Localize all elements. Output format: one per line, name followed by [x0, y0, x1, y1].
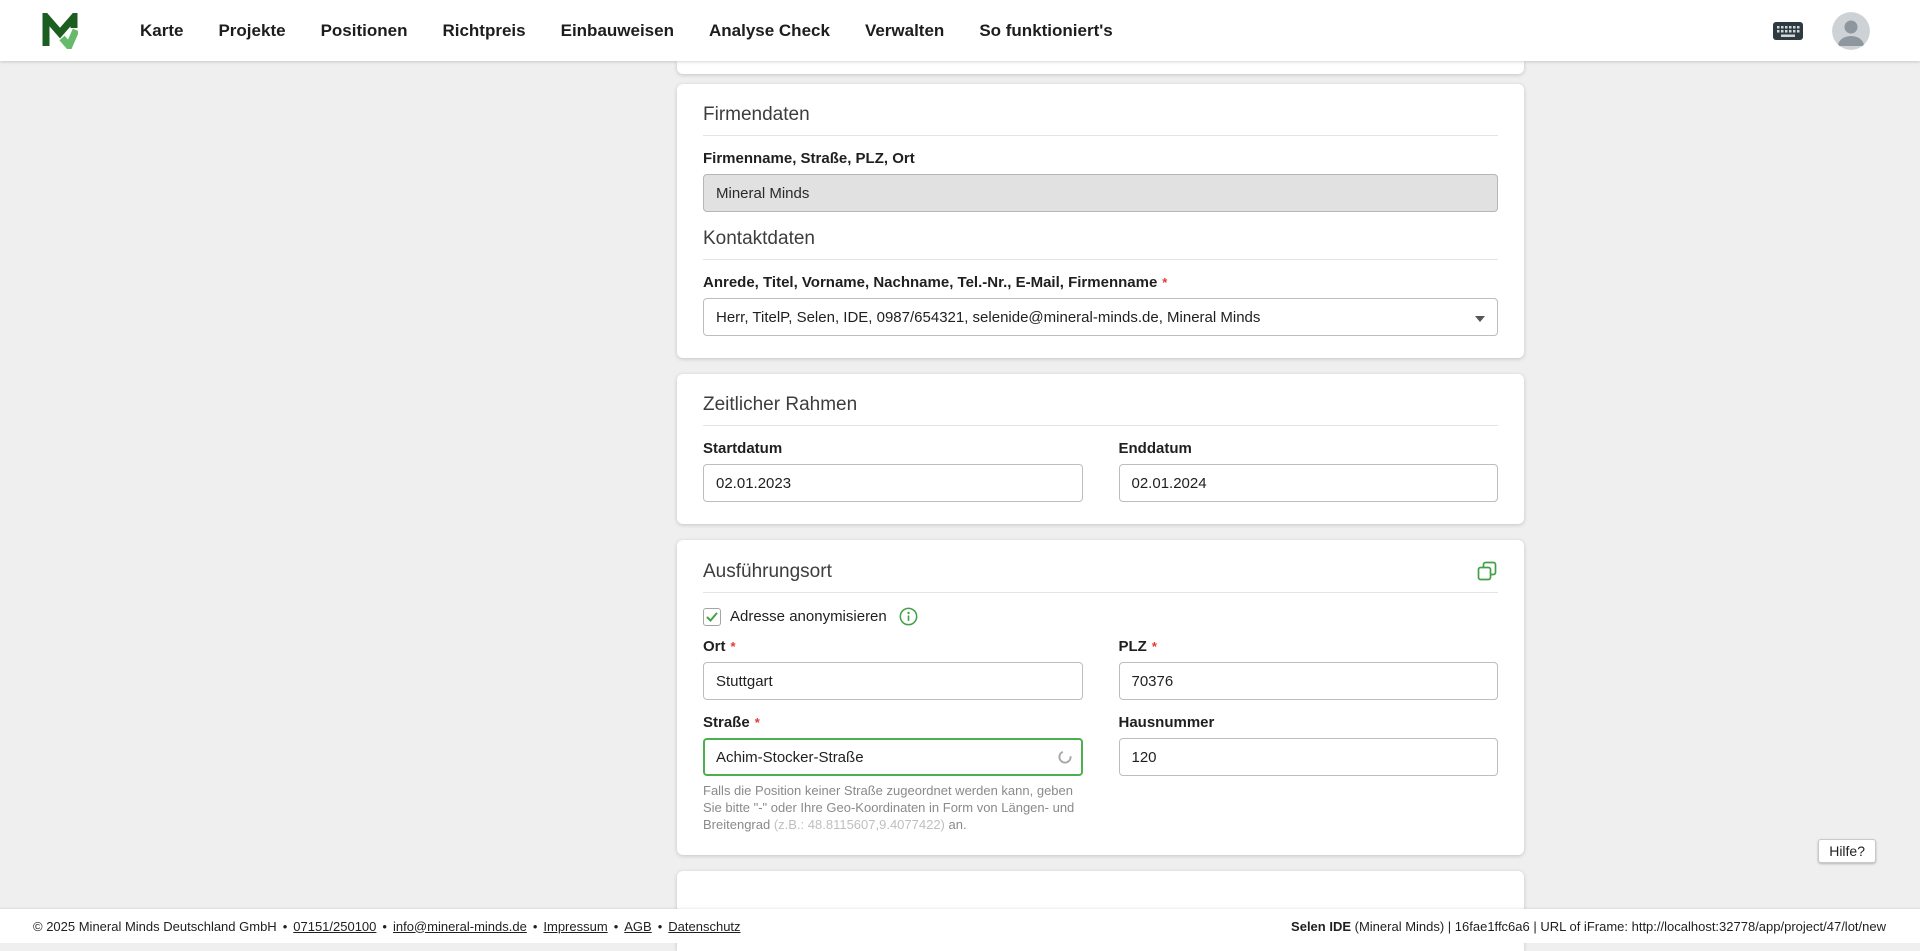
anonymize-checkbox[interactable]	[703, 607, 721, 626]
startdatum-label-text: Startdatum	[703, 440, 783, 457]
kontakt-label-text: Anrede, Titel, Vorname, Nachname, Tel.-N…	[703, 274, 1158, 291]
footer-left: © 2025 Mineral Minds Deutschland GmbH • …	[33, 919, 741, 934]
firmendaten-title: Firmendaten	[703, 104, 810, 125]
strasse-label-text: Straße	[703, 714, 750, 731]
strasse-hint-suffix: an.	[944, 817, 967, 832]
top-navbar: Karte Projekte Positionen Richtpreis Ein…	[0, 0, 1920, 61]
anonymize-label: Adresse anonymisieren	[730, 608, 887, 625]
enddatum-input[interactable]	[1118, 464, 1498, 502]
required-asterisk: *	[1151, 639, 1157, 654]
hausnummer-field: Hausnummer	[1118, 714, 1499, 833]
ausfuehrungsort-card: Ausführungsort Adresse anonymisieren Ort…	[677, 540, 1524, 855]
enddatum-label: Enddatum	[1119, 440, 1499, 458]
main-nav: Karte Projekte Positionen Richtpreis Ein…	[140, 21, 1113, 41]
navbar-right	[1772, 11, 1870, 50]
required-asterisk: *	[754, 715, 760, 730]
loading-spinner-icon	[1057, 750, 1072, 764]
ort-field: Ort *	[703, 638, 1083, 700]
kontaktdaten-title: Kontaktdaten	[703, 228, 815, 249]
hausnummer-input[interactable]	[1118, 738, 1498, 776]
previous-card-fragment	[677, 61, 1524, 74]
footer-separator: •	[613, 918, 619, 934]
strasse-hint-coords: (z.B.: 48.8115607,9.4077422)	[773, 817, 945, 832]
kontakt-label: Anrede, Titel, Vorname, Nachname, Tel.-N…	[703, 274, 1498, 292]
startdatum-field: Startdatum	[703, 440, 1083, 502]
nav-item-richtpreis[interactable]: Richtpreis	[442, 21, 525, 41]
main-content: Firmendaten Firmenname, Straße, PLZ, Ort…	[677, 61, 1524, 951]
firmenname-label-text: Firmenname, Straße, PLZ, Ort	[703, 150, 915, 167]
strasse-hint: Falls die Position keiner Straße zugeord…	[703, 782, 1083, 833]
plz-label-text: PLZ	[1118, 638, 1147, 655]
plz-field: PLZ *	[1118, 638, 1499, 700]
hausnummer-label: Hausnummer	[1119, 714, 1499, 732]
copy-icon[interactable]	[1476, 560, 1498, 582]
required-asterisk: *	[730, 639, 736, 654]
strasse-input[interactable]	[703, 738, 1083, 776]
strasse-field: Straße * Falls die Position keiner Straße…	[703, 714, 1083, 833]
footer-impressum-link[interactable]: Impressum	[543, 919, 607, 934]
footer-separator: •	[657, 918, 663, 934]
footer-email-link[interactable]: info@mineral-minds.de	[393, 919, 527, 934]
footer-separator: •	[532, 918, 538, 934]
required-asterisk: *	[1162, 275, 1168, 290]
keyboard-icon[interactable]	[1772, 19, 1804, 43]
enddatum-label-text: Enddatum	[1118, 440, 1192, 457]
copyright-text: © 2025 Mineral Minds Deutschland GmbH	[33, 918, 277, 934]
ort-input[interactable]	[703, 662, 1083, 700]
footer-right: Selen IDE (Mineral Minds) | 16fae1ffc6a6…	[1291, 919, 1886, 934]
anonymize-row: Adresse anonymisieren	[703, 607, 1498, 626]
nav-item-so-funktionierts[interactable]: So funktioniert's	[979, 21, 1112, 41]
logo-icon	[42, 12, 78, 49]
ort-label: Ort *	[703, 638, 1083, 656]
plz-label: PLZ *	[1119, 638, 1499, 656]
zeitlicher-rahmen-title: Zeitlicher Rahmen	[703, 394, 858, 415]
firmenname-label: Firmenname, Straße, PLZ, Ort	[703, 150, 1498, 168]
firmendaten-card: Firmendaten Firmenname, Straße, PLZ, Ort…	[677, 84, 1524, 358]
chevron-down-icon	[1475, 309, 1485, 326]
footer-app-details: (Mineral Minds) | 16fae1ffc6a6 | URL of …	[1351, 918, 1886, 934]
page-footer: © 2025 Mineral Minds Deutschland GmbH • …	[0, 909, 1920, 943]
info-icon[interactable]	[899, 607, 918, 626]
hausnummer-label-text: Hausnummer	[1118, 714, 1215, 731]
kontakt-select-value: Herr, TitelP, Selen, IDE, 0987/654321, s…	[716, 308, 1261, 326]
nav-item-karte[interactable]: Karte	[140, 21, 183, 41]
mineral-minds-logo[interactable]	[42, 12, 78, 49]
nav-item-einbauweisen[interactable]: Einbauweisen	[561, 21, 674, 41]
checkmark-icon	[706, 612, 718, 622]
ort-label-text: Ort	[703, 638, 726, 655]
zeitlicher-rahmen-card: Zeitlicher Rahmen Startdatum Enddatum	[677, 374, 1524, 524]
footer-agb-link[interactable]: AGB	[624, 919, 651, 934]
firmenname-input	[703, 174, 1498, 212]
nav-item-verwalten[interactable]: Verwalten	[865, 21, 944, 41]
user-avatar[interactable]	[1832, 11, 1870, 50]
plz-input[interactable]	[1118, 662, 1498, 700]
strasse-label: Straße *	[703, 714, 1083, 732]
help-button[interactable]: Hilfe?	[1818, 839, 1876, 863]
footer-app-name: Selen IDE	[1291, 918, 1352, 934]
footer-separator: •	[382, 918, 387, 934]
startdatum-input[interactable]	[703, 464, 1083, 502]
footer-datenschutz-link[interactable]: Datenschutz	[668, 919, 740, 934]
footer-phone-link[interactable]: 07151/250100	[293, 919, 376, 934]
nav-item-projekte[interactable]: Projekte	[218, 21, 285, 41]
kontakt-select[interactable]: Herr, TitelP, Selen, IDE, 0987/654321, s…	[703, 298, 1498, 336]
footer-separator: •	[282, 918, 288, 934]
startdatum-label: Startdatum	[703, 440, 1083, 458]
nav-item-analyse-check[interactable]: Analyse Check	[709, 21, 830, 41]
ausfuehrungsort-title: Ausführungsort	[703, 560, 832, 582]
nav-item-positionen[interactable]: Positionen	[321, 21, 408, 41]
enddatum-field: Enddatum	[1118, 440, 1499, 502]
